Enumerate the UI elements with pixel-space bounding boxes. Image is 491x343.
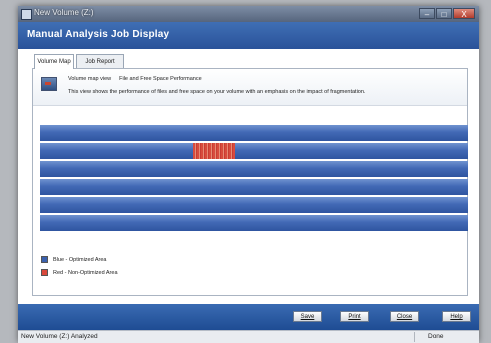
app-window: New Volume (Z:) – □ X Manual Analysis Jo…	[18, 6, 479, 343]
save-button[interactable]: Save	[293, 311, 322, 322]
header-banner: Manual Analysis Job Display	[18, 22, 479, 49]
app-icon	[21, 9, 32, 20]
legend-label-optimized: Blue - Optimized Area	[53, 256, 107, 263]
volume-map-row	[40, 143, 468, 159]
window-title: New Volume (Z:)	[34, 8, 94, 17]
page-title: Manual Analysis Job Display	[27, 29, 170, 40]
volume-map-row	[40, 125, 468, 141]
view-description: This view shows the performance of files…	[68, 89, 366, 95]
tab-volume-map[interactable]: Volume Map	[34, 54, 74, 69]
content-area: Volume Map Job Report Volume map view Fil…	[18, 49, 479, 304]
volume-map-row	[40, 215, 468, 231]
volume-map	[40, 125, 468, 233]
status-divider	[414, 332, 415, 342]
view-label: Volume map view	[68, 76, 112, 82]
minimize-button[interactable]: –	[419, 8, 435, 19]
button-bar: Save Print Close Help	[18, 304, 479, 330]
maximize-button[interactable]: □	[436, 8, 452, 19]
volume-map-row	[40, 197, 468, 213]
status-done: Done	[428, 333, 444, 340]
volume-map-panel: Volume map view File and Free Space Perfo…	[32, 68, 468, 296]
legend-swatch-red	[41, 269, 48, 276]
print-button[interactable]: Print	[340, 311, 369, 322]
close-button[interactable]: Close	[390, 311, 419, 322]
status-text: New Volume (Z:) Analyzed	[21, 333, 98, 340]
help-button[interactable]: Help	[442, 311, 471, 322]
non-optimized-area	[193, 143, 235, 159]
view-name: File and Free Space Performance	[119, 76, 202, 82]
volume-map-row	[40, 161, 468, 177]
volume-map-icon	[41, 77, 57, 91]
volume-map-row	[40, 179, 468, 195]
status-bar: New Volume (Z:) Analyzed Done	[18, 330, 479, 343]
tab-job-report[interactable]: Job Report	[76, 54, 124, 68]
close-window-button[interactable]: X	[453, 8, 475, 19]
legend-label-non-optimized: Red - Non-Optimized Area	[53, 269, 118, 276]
title-bar[interactable]: New Volume (Z:) – □ X	[18, 6, 479, 22]
legend-swatch-blue	[41, 256, 48, 263]
view-info: Volume map view File and Free Space Perfo…	[33, 69, 467, 106]
legend-optimized: Blue - Optimized Area	[41, 256, 107, 263]
legend-non-optimized: Red - Non-Optimized Area	[41, 269, 118, 276]
